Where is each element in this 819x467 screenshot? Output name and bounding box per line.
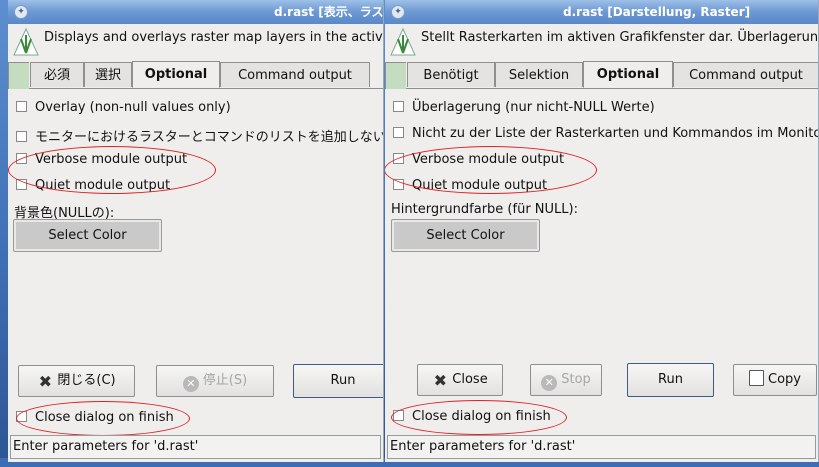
description-row: Displays and overlays raster map layers … <box>8 25 383 59</box>
status-bar: Enter parameters for 'd.rast' <box>10 435 381 459</box>
checkbox[interactable] <box>16 101 27 112</box>
close-on-finish-option[interactable]: Close dialog on finish <box>393 409 551 424</box>
tab-required[interactable]: Benötigt <box>407 62 495 87</box>
close-icon: ✖ <box>38 372 53 391</box>
checkbox[interactable] <box>393 127 404 138</box>
window-menu-icon[interactable]: ✦ <box>391 5 405 19</box>
run-button[interactable]: Run <box>293 364 383 398</box>
option-label: Overlay (non-null values only) <box>35 100 231 115</box>
tab-command-output[interactable]: Command output <box>220 62 370 87</box>
stop-button-label: 停止(S) <box>202 373 248 388</box>
checkbox[interactable] <box>16 153 27 164</box>
close-icon: ✖ <box>433 371 447 390</box>
tab-bar-decoration <box>8 62 29 89</box>
checkbox[interactable] <box>16 179 27 190</box>
window-title: d.rast [Darstellung, Raster] <box>563 5 751 19</box>
option-overlay[interactable]: Überlagerung (nur nicht-NULL Werte) <box>393 100 655 115</box>
checkbox[interactable] <box>393 153 404 164</box>
module-description: Displays and overlays raster map layers … <box>44 30 384 45</box>
stop-button[interactable]: ✕ Stop <box>530 364 602 396</box>
option-label: Überlagerung (nur nicht-NULL Werte) <box>412 100 655 115</box>
option-quiet[interactable]: Quiet module output <box>16 178 170 193</box>
stop-button-label: Stop <box>561 372 591 387</box>
close-button-label: Close <box>452 372 488 387</box>
option-no-list[interactable]: モニターにおけるラスターとコマンドのリストを追加しない <box>16 126 384 145</box>
title-bar[interactable]: ✦ d.rast [Darstellung, Raster] <box>385 0 818 24</box>
option-quiet[interactable]: Quiet module output <box>393 178 547 193</box>
option-overlay[interactable]: Overlay (non-null values only) <box>16 100 231 115</box>
select-color-button[interactable]: Select Color <box>13 219 162 252</box>
close-on-finish-label: Close dialog on finish <box>35 410 174 425</box>
option-verbose[interactable]: Verbose module output <box>393 152 564 167</box>
dialog-window-japanese: ✦ d.rast [表示、ラス Displays and overlays ra… <box>8 0 384 462</box>
option-label: モニターにおけるラスターとコマンドのリストを追加しない <box>35 130 384 145</box>
stop-icon: ✕ <box>541 375 558 391</box>
option-verbose[interactable]: Verbose module output <box>16 152 187 167</box>
close-button-label: 閉じる(C) <box>57 373 116 388</box>
description-row: Stellt Rasterkarten im aktiven Grafikfen… <box>385 25 818 59</box>
close-button[interactable]: ✖ Close <box>417 364 503 396</box>
grass-logo-icon <box>13 27 39 56</box>
tab-bar: Benötigt Selektion Optional Command outp… <box>385 60 818 89</box>
close-on-finish-option[interactable]: Close dialog on finish <box>16 410 174 425</box>
checkbox[interactable] <box>393 410 404 421</box>
window-title: d.rast [表示、ラス <box>274 5 384 19</box>
bgcolor-label: Hintergrundfarbe (für NULL): <box>391 202 578 217</box>
option-label: Quiet module output <box>412 178 548 193</box>
option-label: Quiet module output <box>35 178 171 193</box>
option-label: Nicht zu der Liste der Rasterkarten und … <box>412 126 819 141</box>
checkbox[interactable] <box>16 411 27 422</box>
checkbox[interactable] <box>393 101 404 112</box>
tab-selection[interactable]: 選択 <box>84 62 132 87</box>
select-color-button[interactable]: Select Color <box>391 219 540 252</box>
tab-bar: 必須 選択 Optional Command output <box>8 60 383 89</box>
copy-button-label: Copy <box>768 372 801 387</box>
grass-logo-icon <box>390 27 416 56</box>
module-description: Stellt Rasterkarten im aktiven Grafikfen… <box>421 30 819 45</box>
title-bar[interactable]: ✦ d.rast [表示、ラス <box>8 0 383 24</box>
copy-icon <box>749 370 764 386</box>
tab-command-output[interactable]: Command output <box>673 62 818 87</box>
close-button[interactable]: ✖ 閉じる(C) <box>18 365 135 397</box>
tab-bar-decoration <box>385 62 406 89</box>
copy-button[interactable]: Copy <box>733 364 817 396</box>
tab-required[interactable]: 必須 <box>30 62 84 87</box>
checkbox[interactable] <box>16 131 27 142</box>
window-menu-icon[interactable]: ✦ <box>14 5 28 19</box>
option-no-list[interactable]: Nicht zu der Liste der Rasterkarten und … <box>393 126 819 141</box>
checkbox[interactable] <box>393 179 404 190</box>
status-bar: Enter parameters for 'd.rast' <box>387 435 816 459</box>
tab-optional[interactable]: Optional <box>132 61 220 88</box>
tab-optional[interactable]: Optional <box>583 61 673 88</box>
tab-selection[interactable]: Selektion <box>495 62 583 87</box>
close-on-finish-label: Close dialog on finish <box>412 409 551 424</box>
stop-icon: ✕ <box>182 376 199 392</box>
stop-button[interactable]: ✕ 停止(S) <box>156 365 274 397</box>
option-label: Verbose module output <box>412 152 565 167</box>
option-label: Verbose module output <box>35 152 188 167</box>
run-button[interactable]: Run <box>627 363 714 397</box>
dialog-window-german: ✦ d.rast [Darstellung, Raster] Stellt Ra… <box>385 0 819 462</box>
